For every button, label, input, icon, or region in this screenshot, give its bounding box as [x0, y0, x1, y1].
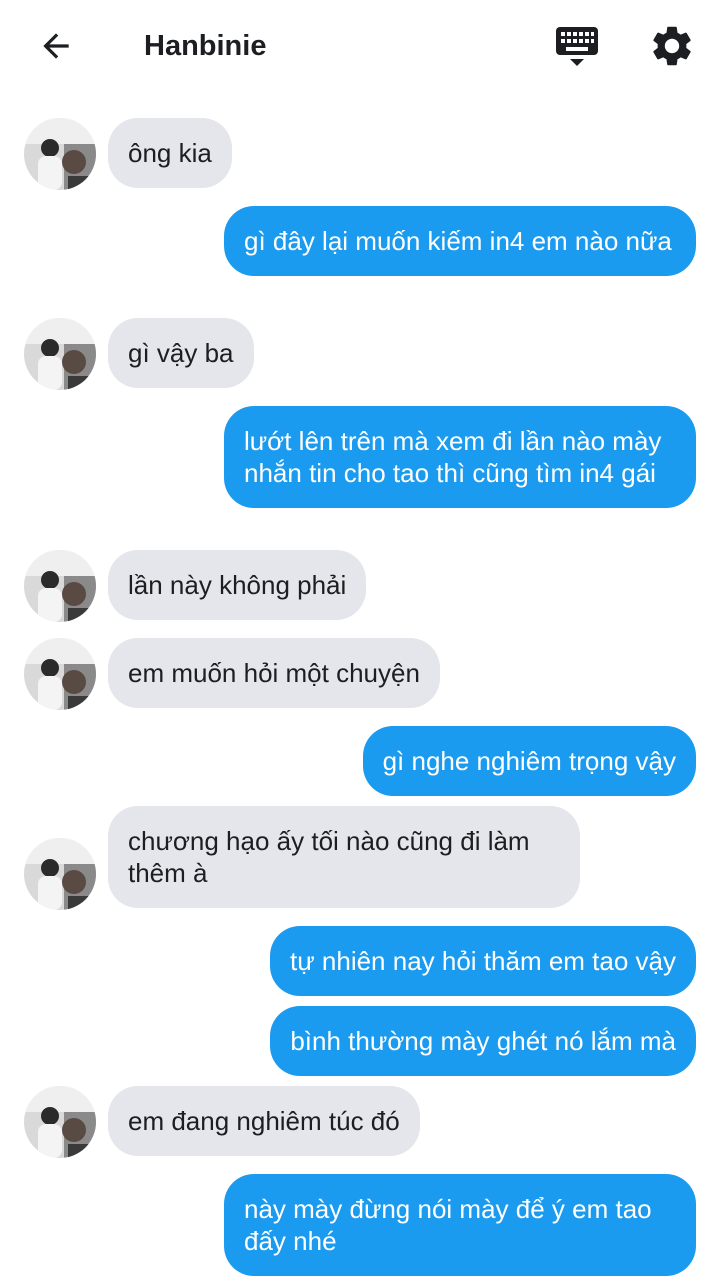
avatar[interactable]: [24, 1086, 96, 1158]
keyboard-icon: [556, 27, 598, 66]
incoming-message-bubble[interactable]: ông kia: [108, 118, 232, 188]
gear-icon: [653, 26, 691, 66]
incoming-message-bubble[interactable]: lần này không phải: [108, 550, 367, 620]
incoming-message-bubble[interactable]: chương hạo ấy tối nào cũng đi làm thêm à: [108, 806, 580, 908]
avatar-photo: [24, 550, 96, 622]
keyboard-button[interactable]: [554, 24, 600, 70]
outgoing-message-bubble[interactable]: gì nghe nghiêm trọng vậy: [362, 726, 696, 796]
avatar[interactable]: [24, 318, 96, 390]
avatar[interactable]: [24, 118, 96, 190]
chat-header: Hanbinie: [0, 0, 720, 92]
message-row-incoming: gì vậy ba: [0, 318, 720, 390]
message-row-incoming: chương hạo ấy tối nào cũng đi làm thêm à: [0, 806, 720, 910]
message-row-outgoing: tự nhiên nay hỏi thăm em tao vậy: [0, 926, 720, 998]
message-row-incoming: em đang nghiêm túc đó: [0, 1086, 720, 1158]
message-row-outgoing: lướt lên trên mà xem đi lần nào mày nhắn…: [0, 406, 720, 542]
outgoing-message-bubble[interactable]: tự nhiên nay hỏi thăm em tao vậy: [270, 926, 696, 996]
outgoing-message-bubble[interactable]: bình thường mày ghét nó lắm mà: [270, 1006, 696, 1076]
message-row-outgoing: này mày đừng nói mày để ý em tao đấy nhé: [0, 1174, 720, 1276]
contact-name[interactable]: Hanbinie: [144, 28, 266, 64]
settings-button[interactable]: [648, 22, 696, 70]
message-row-incoming: em muốn hỏi một chuyện: [0, 638, 720, 710]
back-button[interactable]: [34, 24, 78, 68]
avatar-photo: [24, 638, 96, 710]
message-row-outgoing: gì nghe nghiêm trọng vậy: [0, 726, 720, 798]
avatar-photo: [24, 118, 96, 190]
outgoing-message-bubble[interactable]: lướt lên trên mà xem đi lần nào mày nhắn…: [224, 406, 696, 508]
message-row-incoming: ông kia: [0, 118, 720, 190]
avatar[interactable]: [24, 638, 96, 710]
avatar[interactable]: [24, 550, 96, 622]
message-row-outgoing: bình thường mày ghét nó lắm mà: [0, 1006, 720, 1078]
incoming-message-bubble[interactable]: gì vậy ba: [108, 318, 254, 388]
outgoing-message-bubble[interactable]: này mày đừng nói mày để ý em tao đấy nhé: [224, 1174, 696, 1276]
message-row-incoming: lần này không phải: [0, 550, 720, 622]
avatar-photo: [24, 838, 96, 910]
arrow-left-icon: [43, 33, 69, 59]
avatar-photo: [24, 318, 96, 390]
avatar-photo: [24, 1086, 96, 1158]
incoming-message-bubble[interactable]: em đang nghiêm túc đó: [108, 1086, 420, 1156]
incoming-message-bubble[interactable]: em muốn hỏi một chuyện: [108, 638, 440, 708]
message-list[interactable]: ông kia gì đây lại muốn kiếm in4 em nào …: [0, 92, 720, 1276]
outgoing-message-bubble[interactable]: gì đây lại muốn kiếm in4 em nào nữa: [224, 206, 696, 276]
message-row-outgoing: gì đây lại muốn kiếm in4 em nào nữa: [0, 206, 720, 310]
avatar[interactable]: [24, 838, 96, 910]
